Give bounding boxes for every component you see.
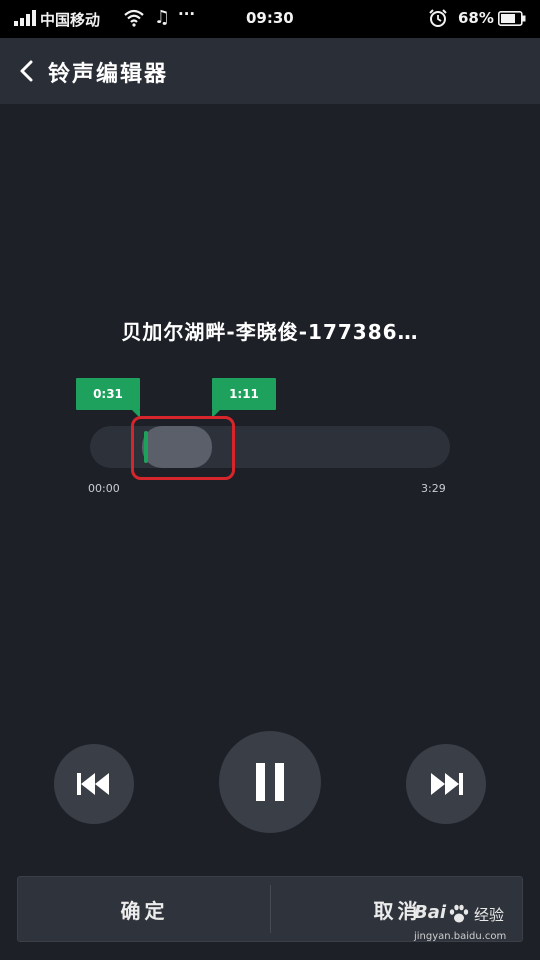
battery-icon <box>498 11 526 26</box>
confirm-button[interactable]: 确定 <box>18 877 271 941</box>
page-title: 铃声编辑器 <box>48 62 169 87</box>
skip-next-icon <box>431 773 463 795</box>
track-start-time: 00:00 <box>88 482 120 495</box>
chevron-left-icon[interactable] <box>14 57 42 85</box>
annotation-highlight-box <box>131 416 235 480</box>
pause-icon <box>256 763 284 801</box>
start-time-marker[interactable]: 0:31 <box>76 378 140 418</box>
next-button[interactable] <box>406 744 486 824</box>
song-title: 贝加尔湖畔-李晓俊-177386… <box>121 320 419 344</box>
signal-icon <box>14 10 36 26</box>
paw-icon <box>449 904 469 923</box>
pause-button[interactable] <box>219 731 321 833</box>
music-note-icon: ♫ <box>154 7 171 28</box>
status-bar: 中国移动 ♫ ··· 09:30 68% <box>0 0 540 38</box>
clock: 09:30 <box>246 9 294 27</box>
wifi-icon <box>124 9 144 27</box>
skip-previous-icon <box>77 773 109 795</box>
watermark-brand: Bai <box>414 902 447 923</box>
app-header: 铃声编辑器 <box>0 38 540 104</box>
end-time-marker[interactable]: 1:11 <box>212 378 276 418</box>
carrier-label: 中国移动 <box>40 11 101 29</box>
watermark-brand-cn: 经验 <box>474 906 505 924</box>
previous-button[interactable] <box>54 744 134 824</box>
alarm-icon <box>429 9 447 27</box>
track-end-time: 3:29 <box>421 482 446 495</box>
watermark-url: jingyan.baidu.com <box>414 931 507 942</box>
battery-percent: 68% <box>458 9 494 27</box>
baidu-watermark: Bai 经验 jingyan.baidu.com <box>412 900 536 950</box>
more-notifications-indicator: ··· <box>178 5 196 23</box>
